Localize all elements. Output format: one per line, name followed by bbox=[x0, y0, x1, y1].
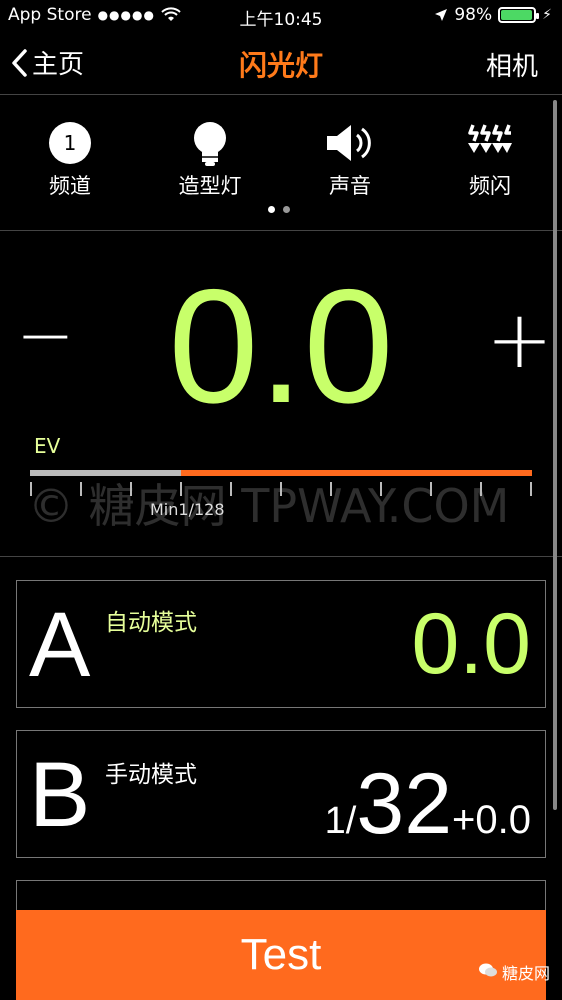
mode-name: 自动模式 bbox=[105, 610, 197, 636]
mode-card-b[interactable]: B 手动模式 1/ 32 +0.0 bbox=[16, 730, 546, 858]
slider-track-high bbox=[181, 470, 532, 476]
slider-tick bbox=[280, 482, 282, 496]
charging-icon: ⚡ bbox=[542, 7, 552, 23]
mode-name: 手动模式 bbox=[105, 762, 197, 788]
mode-value: 0.0 bbox=[411, 596, 531, 692]
slider-tick bbox=[530, 482, 532, 496]
ev-value: 0.0 bbox=[168, 256, 394, 437]
mode-letter: B bbox=[29, 744, 91, 846]
nav-bar: 主页 闪光灯 相机 bbox=[0, 32, 562, 95]
increase-ev-button[interactable]: + bbox=[486, 300, 553, 380]
toolbar-label: 频道 bbox=[49, 174, 91, 198]
modeling-lamp-icon bbox=[194, 122, 226, 166]
slider-tick bbox=[130, 482, 132, 496]
corner-watermark: 糖皮网 bbox=[478, 960, 550, 984]
slider-tick bbox=[480, 482, 482, 496]
scrollbar[interactable] bbox=[553, 100, 557, 810]
page-dot bbox=[283, 206, 290, 213]
wechat-icon bbox=[478, 962, 498, 982]
page-dot-active bbox=[268, 206, 275, 213]
divider bbox=[0, 556, 562, 557]
location-arrow-icon bbox=[435, 9, 448, 21]
toolbar-channel[interactable]: 1 频道 bbox=[10, 120, 130, 200]
speaker-icon bbox=[327, 125, 371, 161]
slider-tick bbox=[230, 482, 232, 496]
slider-tick bbox=[380, 482, 382, 496]
toolbar-label: 造型灯 bbox=[178, 174, 242, 198]
status-bar: App Store ●●●●● 上午10:45 98% ⚡ bbox=[0, 0, 562, 32]
power-denominator: 32 bbox=[356, 756, 453, 852]
toolbar-modeling-lamp[interactable]: 造型灯 bbox=[150, 120, 270, 200]
mode-card-a[interactable]: A 自动模式 0.0 bbox=[16, 580, 546, 708]
ev-unit-label: EV bbox=[34, 434, 61, 458]
slider-tick bbox=[80, 482, 82, 496]
camera-button[interactable]: 相机 bbox=[486, 46, 538, 83]
page-indicator[interactable] bbox=[268, 206, 290, 213]
strobe-icon bbox=[468, 124, 512, 153]
toolbar-label: 声音 bbox=[329, 174, 371, 198]
slider-tick bbox=[330, 482, 332, 496]
slider-ticks bbox=[30, 482, 532, 496]
slider-tick bbox=[430, 482, 432, 496]
power-prefix: 1/ bbox=[324, 800, 357, 842]
mode-value-group: 1/ 32 +0.0 bbox=[325, 755, 531, 854]
slider-tick bbox=[180, 482, 182, 496]
divider bbox=[0, 230, 562, 231]
watermark: © 糖皮网 TPWAY.COM bbox=[28, 479, 510, 533]
mode-letter: A bbox=[29, 594, 91, 696]
toolbar-strobe[interactable]: 频闪 bbox=[430, 120, 550, 200]
slider-tick bbox=[30, 482, 32, 496]
test-flash-button[interactable]: Test bbox=[16, 910, 546, 1000]
decrease-ev-button[interactable]: − bbox=[16, 300, 75, 370]
corner-watermark-text: 糖皮网 bbox=[501, 964, 550, 983]
power-compensation: +0.0 bbox=[452, 798, 531, 842]
toolbar-label: 频闪 bbox=[469, 174, 511, 198]
toolbar-sound[interactable]: 声音 bbox=[290, 120, 410, 200]
slider-track-low bbox=[30, 470, 181, 476]
min-power-label: Min1/128 bbox=[150, 500, 225, 519]
ev-slider[interactable] bbox=[30, 470, 532, 476]
channel-1-icon: 1 bbox=[49, 122, 91, 164]
status-right: 98% ⚡ bbox=[434, 5, 552, 25]
battery-percent: 98% bbox=[454, 5, 493, 25]
battery-icon bbox=[498, 7, 540, 23]
page-title: 闪光灯 bbox=[238, 49, 323, 82]
